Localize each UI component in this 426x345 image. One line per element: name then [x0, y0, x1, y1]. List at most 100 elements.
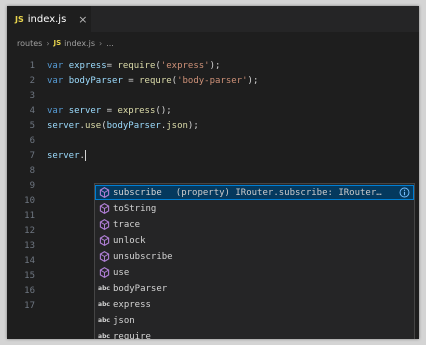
editor-window: JS index.js × routes › JS index.js › ...…	[7, 6, 419, 339]
line-number: 10	[24, 196, 35, 206]
line-number: 2	[29, 76, 35, 86]
line-number: 15	[24, 271, 35, 281]
close-icon[interactable]: ×	[78, 13, 87, 26]
code-token: 'express'	[160, 61, 210, 71]
code-token: var	[47, 76, 69, 86]
code-token: express	[68, 61, 107, 71]
breadcrumb-symbol[interactable]: ...	[106, 39, 114, 48]
code-line[interactable]: 3	[7, 89, 419, 104]
info-icon[interactable]	[399, 187, 410, 198]
code-token: use	[84, 121, 102, 131]
line-number: 14	[24, 256, 35, 266]
suggest-widget: subscribe (property) IRouter.subscribe: I…	[94, 183, 415, 339]
code-token: =	[122, 76, 140, 86]
line-number: 12	[24, 226, 35, 236]
code-token: ();	[155, 106, 172, 116]
suggestion-item[interactable]: abc express	[95, 297, 414, 312]
text-word-icon: abc	[98, 333, 110, 339]
code-text: var bodyParser = requre('body-parser');	[47, 74, 258, 89]
code-line[interactable]: 8	[7, 164, 419, 179]
line-number: 11	[24, 211, 35, 221]
code-text: var express= require('express');	[47, 59, 220, 74]
suggestion-label: subscribe	[113, 187, 162, 198]
code-token: =	[106, 61, 118, 71]
chevron-right-icon: ›	[46, 38, 50, 48]
js-file-icon: JS	[15, 14, 24, 24]
text-word-icon: abc	[98, 301, 110, 308]
code-token: server	[47, 151, 80, 161]
line-number: 17	[24, 301, 35, 311]
code-token: );	[247, 76, 259, 86]
line-number: 7	[29, 151, 35, 161]
suggestion-label: use	[113, 267, 130, 278]
suggestion-label: express	[113, 299, 151, 310]
text-word-icon: abc	[98, 285, 110, 292]
code-token: var	[47, 61, 69, 71]
tab-label: index.js	[27, 13, 67, 25]
code-token: server	[47, 121, 80, 131]
suggestion-item[interactable]: unlock	[95, 233, 414, 248]
method-cube-icon	[98, 219, 110, 231]
tab-index-js[interactable]: JS index.js ×	[7, 6, 91, 32]
suggestion-item[interactable]: abc require	[95, 329, 414, 340]
code-token: );	[209, 61, 221, 71]
line-number: 4	[29, 106, 35, 116]
code-token: require	[117, 61, 156, 71]
code-token: json	[166, 121, 188, 131]
method-cube-icon	[98, 251, 110, 263]
suggestion-item[interactable]: subscribe (property) IRouter.subscribe: I…	[95, 185, 414, 200]
code-token: bodyParser	[68, 76, 123, 86]
code-token: 'body-parser'	[177, 76, 248, 86]
suggestion-label: unlock	[113, 235, 146, 246]
code-line[interactable]: 1 var express= require('express');	[7, 59, 419, 74]
code-token: express	[117, 106, 156, 116]
code-token: );	[187, 121, 199, 131]
text-word-icon: abc	[98, 317, 110, 324]
code-token: var	[47, 106, 69, 116]
code-token: requre	[139, 76, 172, 86]
line-number: 13	[24, 241, 35, 251]
method-cube-icon	[98, 235, 110, 247]
method-cube-icon	[98, 203, 110, 215]
suggestion-item[interactable]: trace	[95, 217, 414, 232]
line-number: 5	[29, 121, 35, 131]
suggestion-label: require	[113, 331, 151, 340]
method-cube-icon	[98, 187, 110, 199]
suggestion-item[interactable]: abc bodyParser	[95, 281, 414, 296]
suggestion-item[interactable]: abc json	[95, 313, 414, 328]
breadcrumb-folder[interactable]: routes	[17, 39, 42, 48]
code-token: =	[101, 106, 118, 116]
suggestion-label: json	[113, 315, 135, 326]
suggestion-item[interactable]: use	[95, 265, 414, 280]
tab-bar: JS index.js ×	[7, 6, 419, 32]
line-number: 16	[24, 286, 35, 296]
suggestion-label: unsubscribe	[113, 251, 173, 262]
code-text: server.use(bodyParser.json);	[47, 119, 199, 134]
breadcrumb-file[interactable]: index.js	[64, 39, 95, 48]
suggestion-label: trace	[113, 219, 141, 230]
code-token: server	[68, 106, 102, 116]
code-line[interactable]: 4 var server = express();	[7, 104, 419, 119]
suggestion-item[interactable]: unsubscribe	[95, 249, 414, 264]
code-line[interactable]: 2 var bodyParser = requre('body-parser');	[7, 74, 419, 89]
suggestion-detail: (property) IRouter.subscribe: IRouter…	[175, 187, 382, 198]
code-text: var server = express();	[47, 104, 172, 119]
method-cube-icon	[98, 267, 110, 279]
code-token: bodyParser	[106, 121, 161, 131]
code-text: server.	[47, 149, 86, 164]
breadcrumb: routes › JS index.js › ...	[7, 32, 419, 54]
code-line[interactable]: 6	[7, 134, 419, 149]
line-number: 3	[29, 91, 35, 101]
line-number: 6	[29, 136, 35, 146]
line-number: 8	[29, 166, 35, 176]
code-line[interactable]: 5 server.use(bodyParser.json);	[7, 119, 419, 134]
line-number: 9	[29, 181, 35, 191]
line-number: 1	[29, 61, 35, 71]
suggestion-label: toString	[113, 203, 157, 214]
suggestion-item[interactable]: toString	[95, 201, 414, 216]
chevron-right-icon: ›	[99, 38, 103, 48]
text-cursor	[84, 150, 86, 161]
code-line[interactable]: 7 server.	[7, 149, 419, 164]
suggestion-label: bodyParser	[113, 283, 168, 294]
js-file-icon: JS	[53, 39, 62, 47]
